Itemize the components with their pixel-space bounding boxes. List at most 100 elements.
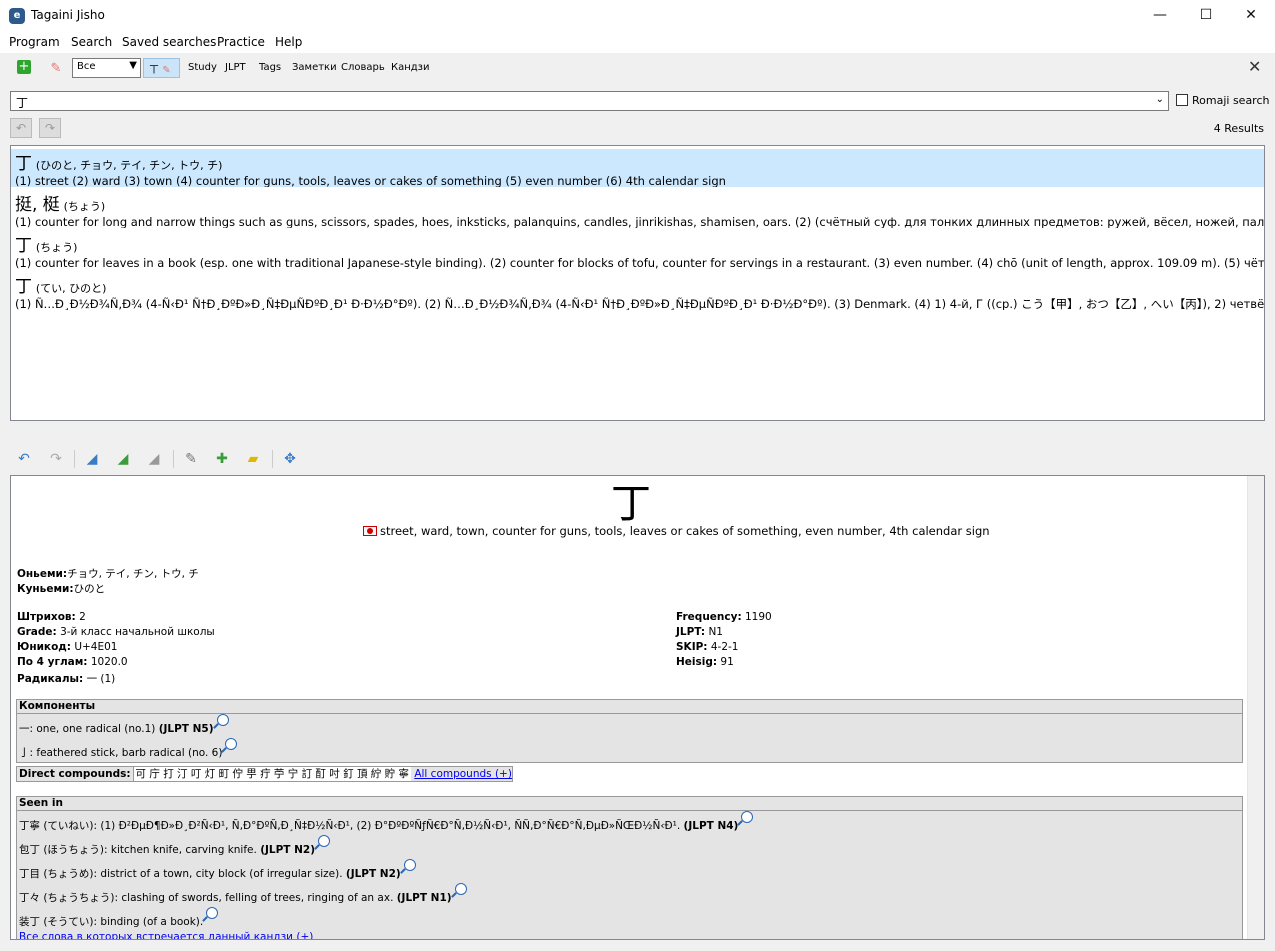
seen-in-header: Seen in [17,797,1242,811]
zoom-icon[interactable] [318,835,330,847]
menu-search[interactable]: Search [71,35,112,49]
window-title: Tagaini Jisho [31,8,105,22]
components-box: Компоненты 一: one, one radical (no.1) (J… [16,699,1243,763]
tab-study[interactable]: Study [188,62,217,73]
seen-row[interactable]: 丁目 (ちょうめ): district of a town, city bloc… [17,859,1242,883]
result-meaning: (1) street (2) ward (3) town (4) counter… [15,174,726,187]
menu-practice[interactable]: Practice [217,35,265,49]
result-meaning: (1) Ñ…Ð¸Ð½Ð¾Ñ‚Ð¾ (4-Ñ‹Ð¹ Ñ†Ð¸ÐºÐ»Ð¸Ñ‡ÐµÑ… [15,297,1264,310]
result-reading: (ちょう) [63,200,106,213]
close-button[interactable]: ✕ [1228,0,1274,31]
result-kanji: 挺, 梃 [15,195,60,215]
menu-help[interactable]: Help [275,35,302,49]
detail-panel: 丁 street, ward, town, counter for guns, … [10,475,1265,940]
component-row[interactable]: 亅: feathered stick, barb radical (no. 6) [17,738,1242,762]
app-icon: e [9,8,25,24]
title-bar: e Tagaini Jisho — ☐ ✕ [0,0,1275,31]
direct-compounds: Direct compounds: 可 庁 打 汀 叮 灯 町 佇 甼 疔 苧 宁… [16,766,513,782]
detail-meaning: street, ward, town, counter for guns, to… [363,524,990,538]
result-item[interactable]: 挺, 梃 (ちょう) (1) counter for long and narr… [11,190,1264,228]
result-meaning: (1) counter for leaves in a book (esp. o… [15,256,1264,269]
results-count: 4 Results [1213,122,1264,135]
zoom-icon[interactable] [206,907,219,919]
close-filters-icon[interactable]: ✕ [1248,57,1261,76]
seen-row[interactable]: 丁々 (ちょうちょう): clashing of swords, felling… [17,883,1242,907]
result-kanji: 丁 [15,154,32,174]
set-tags-icon[interactable]: ✎ [181,448,201,470]
seen-all-link[interactable]: Все слова в которых встречается данный к… [19,931,313,939]
compound-chars[interactable]: 可 庁 打 汀 叮 灯 町 佇 甼 疔 苧 宁 訂 酊 吋 釘 頂 紵 貯 寧 [133,767,411,781]
seen-all-row: Все слова в которых встречается данный к… [17,931,1242,939]
kunyomi-row: Куньеми:ひのと [17,583,106,595]
romaji-search-label: Romaji search [1192,94,1270,107]
info-row: SKIP: 4-2-1 [676,641,739,653]
result-item[interactable]: 丁 (ひのと, チョウ, テイ, チン, トウ, チ) (1) street (… [11,149,1264,187]
result-meaning: (1) counter for long and narrow things s… [15,215,1264,228]
info-row: Штрихов: 2 [17,611,86,623]
result-item[interactable]: 丁 (てい, ひのと) (1) Ñ…Ð¸Ð½Ð¾Ñ‚Ð¾ (4-Ñ‹Ð¹ Ñ†Ð… [11,272,1264,310]
result-kanji: 丁 [15,236,32,256]
menu-bar: Program Search Saved searches Practice H… [0,31,1275,53]
all-compounds-link[interactable]: All compounds (+) [414,768,512,780]
tab-dictionary[interactable]: Словарь [341,62,385,73]
move-icon[interactable]: ✥ [280,448,300,470]
chevron-down-icon: ▼ [129,60,137,71]
add-tags-icon[interactable]: ✚ [212,448,232,470]
info-row: Радикалы: 一 (1) [17,673,116,685]
zoom-icon[interactable] [403,859,416,871]
train-icon[interactable]: ◢ [82,448,102,470]
onyomi-row: Оньеми:チョウ, テイ, チン, トウ, チ [17,568,199,580]
results-list[interactable]: 丁 (ひのと, チョウ, テイ, チン, トウ, チ) (1) street (… [10,145,1265,421]
components-header: Компоненты [17,700,1242,714]
tab-tags[interactable]: Tags [259,62,281,73]
result-reading: (ひのと, チョウ, テイ, チン, トウ, チ) [35,159,223,172]
menu-program[interactable]: Program [9,35,60,49]
tab-jlpt[interactable]: JLPT [225,62,246,73]
seen-in-box: Seen in 丁寧 (ていねい): (1) Ð²ÐµÐ¶Ð»Ð¸Ð²Ñ‹Ð¹,… [16,796,1243,939]
menu-saved-searches[interactable]: Saved searches [122,35,216,49]
component-row[interactable]: 一: one, one radical (no.1) (JLPT N5) [17,714,1242,738]
back-button[interactable]: ↶ [10,118,32,138]
seen-row[interactable]: 包丁 (ほうちょう): kitchen knife, carving knife… [17,835,1242,859]
scrollbar[interactable] [1247,476,1264,939]
filter-select[interactable]: Все ▼ [72,58,141,78]
zoom-icon[interactable] [225,738,238,750]
tab-notes[interactable]: Заметки [292,62,337,73]
reset-training-icon[interactable]: ◢ [144,448,164,470]
result-reading: (てい, ひのと) [35,282,107,295]
zoom-icon[interactable] [216,714,229,726]
eraser-icon[interactable]: ✎ [47,60,65,78]
romaji-search-checkbox[interactable] [1176,94,1188,106]
result-item[interactable]: 丁 (ちょう) (1) counter for leaves in a book… [11,231,1264,269]
info-row: Frequency: 1190 [676,611,772,623]
detail-kanji: 丁 [611,481,651,527]
separator [272,450,273,468]
flag-icon [363,526,377,536]
maximize-button[interactable]: ☐ [1183,0,1229,31]
result-kanji: 丁 [15,277,32,297]
kanji-filter-button[interactable]: ㄒ ✎ [143,58,180,78]
chevron-down-icon[interactable]: ⌄ [1156,94,1164,105]
seen-row[interactable]: 丁寧 (ていねい): (1) Ð²ÐµÐ¶Ð»Ð¸Ð²Ñ‹Ð¹, Ñ‚Ð°ÐºÑ… [17,811,1242,835]
info-row: Grade: 3-й класс начальной школы [17,626,215,638]
eraser-icon: ✎ [162,65,171,76]
tab-kanji[interactable]: Кандзи [391,62,430,73]
minimize-button[interactable]: — [1137,0,1183,31]
zoom-icon[interactable] [454,883,467,895]
mark-known-icon[interactable]: ◢ [113,448,133,470]
notes-icon[interactable]: ▰ [243,448,263,470]
forward-icon[interactable]: ↷ [46,448,66,470]
back-icon[interactable]: ↶ [14,448,34,470]
info-row: Юникод: U+4E01 [17,641,118,653]
result-reading: (ちょう) [35,241,78,254]
separator [74,450,75,468]
info-row: По 4 углам: 1020.0 [17,656,128,668]
seen-row[interactable]: 装丁 (そうてい): binding (of a book). [17,907,1242,931]
info-row: JLPT: N1 [676,626,723,638]
info-row: Heisig: 91 [676,656,734,668]
add-filter-icon[interactable]: + [17,60,31,74]
search-input[interactable]: 丁 ⌄ [10,91,1169,111]
forward-button[interactable]: ↷ [39,118,61,138]
zoom-icon[interactable] [741,811,754,823]
separator [173,450,174,468]
